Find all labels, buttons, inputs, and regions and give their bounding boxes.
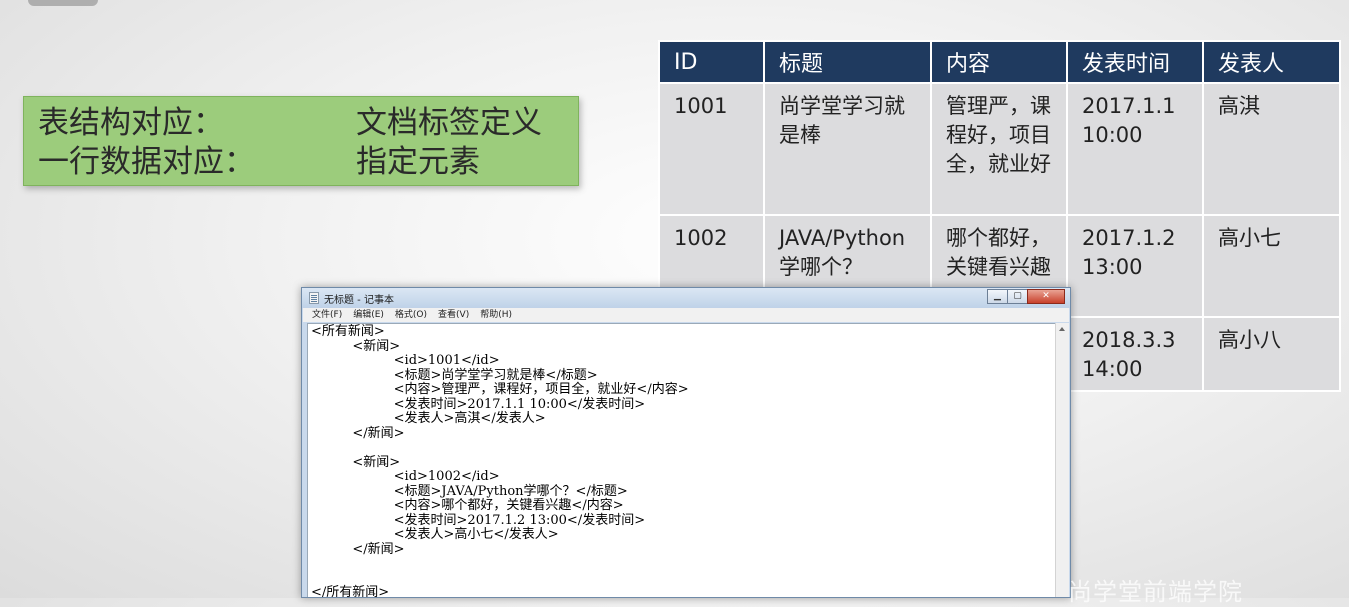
cell-time: 2017.1.1 10:00 [1066,82,1204,216]
menu-bar: 文件(F) 编辑(E) 格式(O) 查看(V) 帮助(H) [303,308,1069,322]
cell-time: 2017.1.2 13:00 [1066,214,1204,318]
menu-view[interactable]: 查看(V) [438,308,469,322]
definition-row: 表结构对应： 文档标签定义 [38,104,542,142]
definition-box: 表结构对应： 文档标签定义 一行数据对应： 指定元素 [23,96,579,186]
cell-author: 高小七 [1202,214,1341,318]
scroll-up-arrow-icon[interactable] [1059,327,1065,331]
menu-help[interactable]: 帮助(H) [480,308,512,322]
window-titlebar[interactable]: 无标题 - 记事本 ▁ ▢ ✕ [302,288,1070,308]
table-header-row: ID 标题 内容 发表时间 发表人 [658,40,1341,84]
definition-value: 文档标签定义 [356,105,542,141]
notepad-window[interactable]: 无标题 - 记事本 ▁ ▢ ✕ 文件(F) 编辑(E) 格式(O) 查看(V) … [301,287,1071,598]
cell-author: 高小八 [1202,316,1341,392]
menu-file[interactable]: 文件(F) [312,308,342,322]
column-header-author: 发表人 [1202,40,1341,84]
column-header-id: ID [658,40,765,84]
column-header-time: 发表时间 [1066,40,1204,84]
definition-key: 一行数据对应： [38,144,255,180]
minimize-button[interactable]: ▁ [987,289,1008,304]
window-title: 无标题 - 记事本 [324,295,394,306]
cell-author: 高淇 [1202,82,1341,216]
menu-format[interactable]: 格式(O) [395,308,427,322]
close-button[interactable]: ✕ [1027,289,1065,304]
window-controls: ▁ ▢ ✕ [987,289,1065,304]
cell-time: 2018.3.3 14:00 [1066,316,1204,392]
cell-content: 管理严，课程好，项目全，就业好 [930,82,1068,216]
vertical-scrollbar[interactable] [1055,323,1069,597]
definition-key: 表结构对应： [38,105,224,141]
table-row: 1001 尚学堂学习就是棒 管理严，课程好，项目全，就业好 2017.1.1 1… [658,82,1341,216]
brand-watermark: 尚学堂前端学院 [1068,578,1243,606]
close-icon: ✕ [1042,291,1050,301]
cell-title: 尚学堂学习就是棒 [763,82,932,216]
maximize-icon: ▢ [1013,291,1022,301]
text-editor-area[interactable]: <所有新闻> <新闻> <id>1001</id> <标题>尚学堂学习就是棒</… [307,323,1056,597]
definition-row: 一行数据对应： 指定元素 [38,143,480,181]
cell-id: 1001 [658,82,765,216]
column-header-content: 内容 [930,40,1068,84]
editor-text[interactable]: <所有新闻> <新闻> <id>1001</id> <标题>尚学堂学习就是棒</… [308,324,1056,597]
top-decoration [28,0,98,6]
menu-edit[interactable]: 编辑(E) [353,308,384,322]
definition-value: 指定元素 [356,144,480,180]
column-header-title: 标题 [763,40,932,84]
maximize-button[interactable]: ▢ [1007,289,1028,304]
notepad-app-icon[interactable] [309,292,319,304]
minimize-icon: ▁ [994,291,1001,301]
